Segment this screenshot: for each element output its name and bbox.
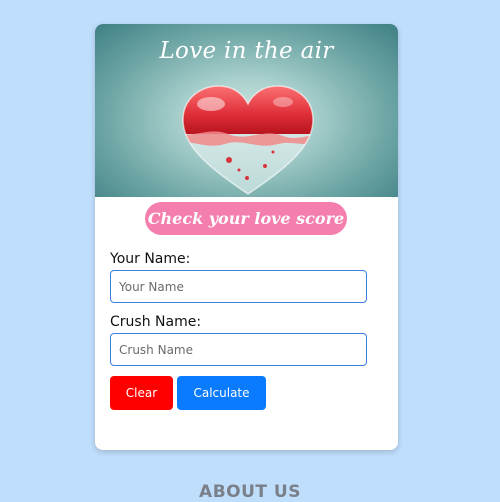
love-calculator-card: Love in the air Check your love score Yo… [95,24,398,450]
hero-title: Love in the air [159,38,334,64]
crush-name-label: Crush Name: [110,314,202,330]
clear-button[interactable]: Clear [110,376,173,410]
your-name-input[interactable] [110,270,367,303]
your-name-label: Your Name: [110,251,191,267]
crush-name-input[interactable] [110,333,367,366]
calculate-button[interactable]: Calculate [177,376,266,410]
hero-banner: Love in the air [95,24,398,197]
about-us-heading: ABOUT US [199,482,301,502]
heart-illustration-icon [182,85,314,195]
love-score-tagline: Check your love score [145,202,347,235]
